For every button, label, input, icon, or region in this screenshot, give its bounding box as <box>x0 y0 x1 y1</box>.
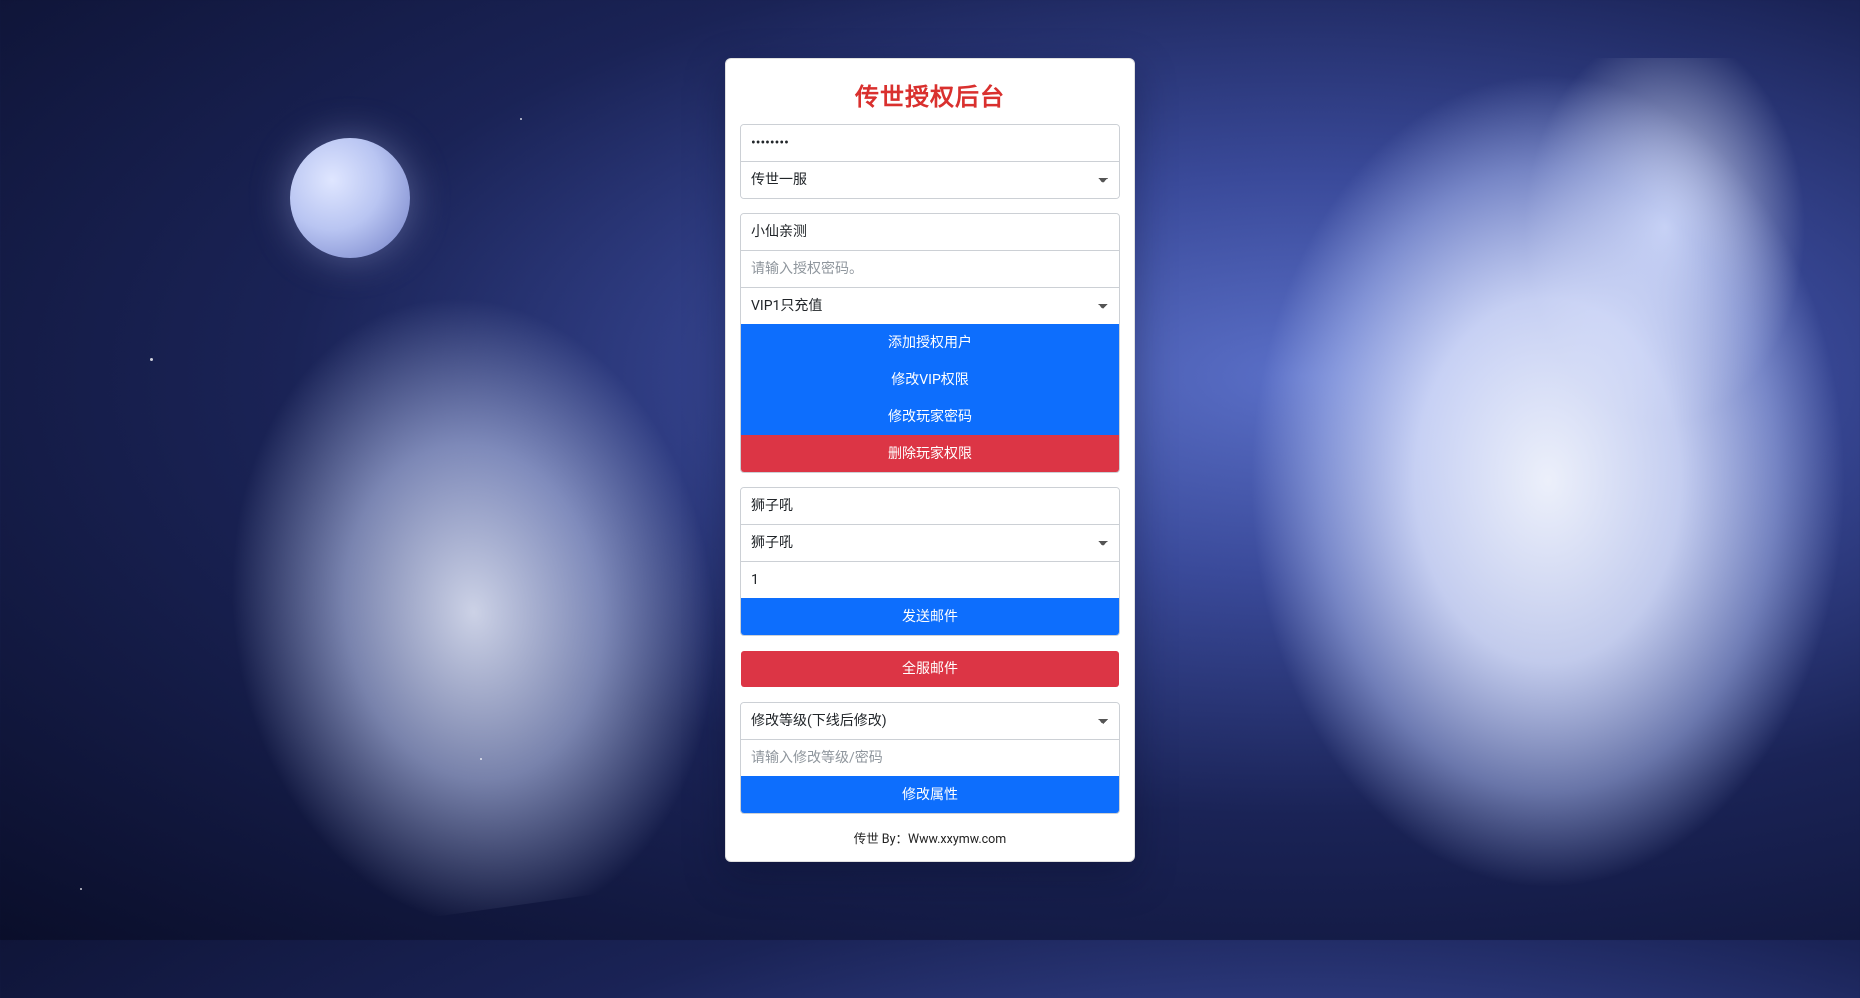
admin-password-input[interactable] <box>741 125 1119 161</box>
background-star-icon <box>80 888 82 890</box>
footer-credit: 传世 By：Www.xxymw.com <box>740 828 1120 847</box>
background-star-icon <box>150 358 153 361</box>
login-group: 传世一服 <box>740 124 1120 199</box>
player-name-input[interactable] <box>741 214 1119 250</box>
modify-attr-button[interactable]: 修改属性 <box>741 776 1119 813</box>
modify-attr-group: 修改等级(下线后修改) 修改属性 <box>740 702 1120 814</box>
global-mail-group: 全服邮件 <box>740 650 1120 688</box>
change-player-password-button[interactable]: 修改玩家密码 <box>741 398 1119 435</box>
user-auth-group: VIP1只充值 添加授权用户 修改VIP权限 修改玩家密码 删除玩家权限 <box>740 213 1120 473</box>
background-shape-left <box>32 137 769 959</box>
auth-password-input[interactable] <box>741 250 1119 287</box>
background-star-icon <box>520 118 522 120</box>
background-star-icon <box>480 758 482 760</box>
panel-title: 传世授权后台 <box>740 77 1120 112</box>
modify-vip-button[interactable]: 修改VIP权限 <box>741 361 1119 398</box>
server-select[interactable]: 传世一服 <box>741 161 1119 198</box>
background-shape-right <box>1080 58 1860 998</box>
add-auth-user-button[interactable]: 添加授权用户 <box>741 324 1119 361</box>
delete-player-permission-button[interactable]: 删除玩家权限 <box>741 435 1119 472</box>
vip-level-select[interactable]: VIP1只充值 <box>741 287 1119 324</box>
modify-attr-input[interactable] <box>741 739 1119 776</box>
modify-attr-select[interactable]: 修改等级(下线后修改) <box>741 703 1119 739</box>
item-select[interactable]: 狮子吼 <box>741 524 1119 561</box>
item-name-input[interactable] <box>741 488 1119 524</box>
send-mail-button[interactable]: 发送邮件 <box>741 598 1119 635</box>
global-mail-button[interactable]: 全服邮件 <box>741 651 1119 687</box>
background-moon-icon <box>290 138 410 258</box>
mail-group: 狮子吼 发送邮件 <box>740 487 1120 636</box>
auth-panel: 传世授权后台 传世一服 VIP1只充值 添加授权用户 修改VIP权限 修改玩家密… <box>725 58 1135 862</box>
item-quantity-input[interactable] <box>741 561 1119 598</box>
